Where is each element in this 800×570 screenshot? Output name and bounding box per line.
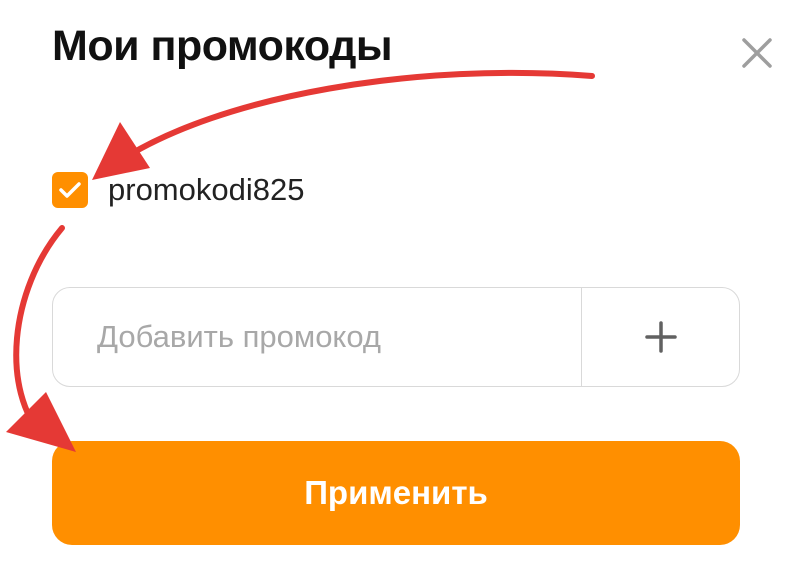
promo-code-label: promokodi825 [108, 172, 305, 207]
close-button[interactable] [738, 34, 776, 72]
dialog-title: Мои промокоды [52, 22, 393, 70]
promo-list-item[interactable]: promokodi825 [52, 170, 304, 210]
close-icon [742, 38, 772, 68]
promo-dialog: Мои промокоды promokodi825 Применить [0, 0, 800, 570]
annotation-arrow-top [115, 69, 595, 165]
add-promo-button[interactable] [581, 288, 739, 386]
promo-checkbox[interactable] [52, 172, 88, 208]
add-promo-group [52, 287, 740, 387]
apply-button[interactable]: Применить [52, 441, 740, 545]
promo-code-input[interactable] [53, 288, 581, 386]
checkmark-icon [59, 182, 81, 198]
plus-icon [644, 321, 677, 353]
